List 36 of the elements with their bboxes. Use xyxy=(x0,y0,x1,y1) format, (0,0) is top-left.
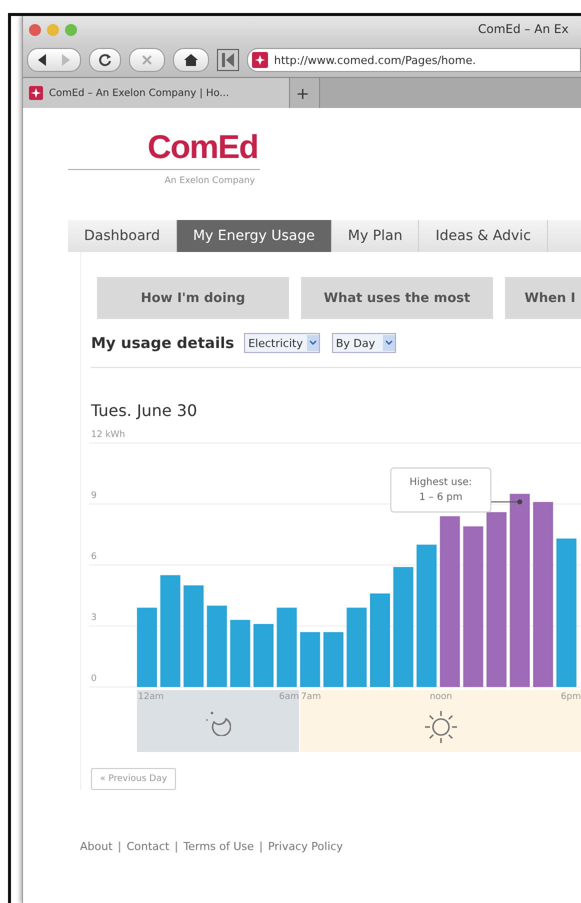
axis-label: 12 kWh xyxy=(91,430,126,440)
previous-day-button[interactable]: « Previous Day xyxy=(91,768,176,790)
axis-label: 3 xyxy=(91,613,97,623)
axis-label: 0 xyxy=(91,674,97,684)
nav-tab[interactable]: My Plan xyxy=(332,220,420,252)
footer-link[interactable]: Privacy Policy xyxy=(268,840,343,853)
tooltip-text: Highest use: xyxy=(410,477,472,488)
nav-tab[interactable]: Ideas & Advic xyxy=(419,220,548,252)
footer-link[interactable]: Contact xyxy=(126,840,170,853)
axis-label: 7am xyxy=(301,692,322,702)
axis-label: 9 xyxy=(91,491,97,501)
browser-tab[interactable]: ComEd – An Exelon Company | Ho... xyxy=(23,78,290,108)
sub-tab[interactable]: How I'm doing xyxy=(97,277,289,319)
section-heading: My usage details xyxy=(91,334,234,352)
fuel-dropdown[interactable]: Electricity xyxy=(244,333,320,353)
axis-label: 6am xyxy=(278,692,299,702)
axis-label: noon xyxy=(430,692,452,702)
chart-date: Tues. June 30 xyxy=(91,401,198,420)
address-field[interactable]: http://www.comed.com/Pages/home. xyxy=(247,48,581,72)
nav-tab[interactable]: My Energy Usage xyxy=(176,220,332,252)
axis-label: 12am xyxy=(138,692,164,702)
browser-tab[interactable]: + xyxy=(290,78,320,108)
axis-label: 6 xyxy=(91,552,97,562)
period-dropdown[interactable]: By Day xyxy=(332,333,396,353)
tooltip-text: 1 – 6 pm xyxy=(419,492,462,503)
axis-label: 6pm xyxy=(560,692,581,702)
window-title: ComEd – An Ex xyxy=(478,22,569,36)
sub-tab[interactable]: When I xyxy=(505,277,581,319)
sub-tab[interactable]: What uses the most xyxy=(301,277,493,319)
brand-logo[interactable]: ComEd xyxy=(148,128,258,166)
logo-tagline: An Exelon Company xyxy=(164,176,255,186)
footer-link[interactable]: About xyxy=(80,840,113,853)
separator: | xyxy=(258,840,263,853)
separator: | xyxy=(118,840,122,853)
separator: | xyxy=(174,840,178,853)
footer-link[interactable]: Terms of Use xyxy=(183,840,254,853)
